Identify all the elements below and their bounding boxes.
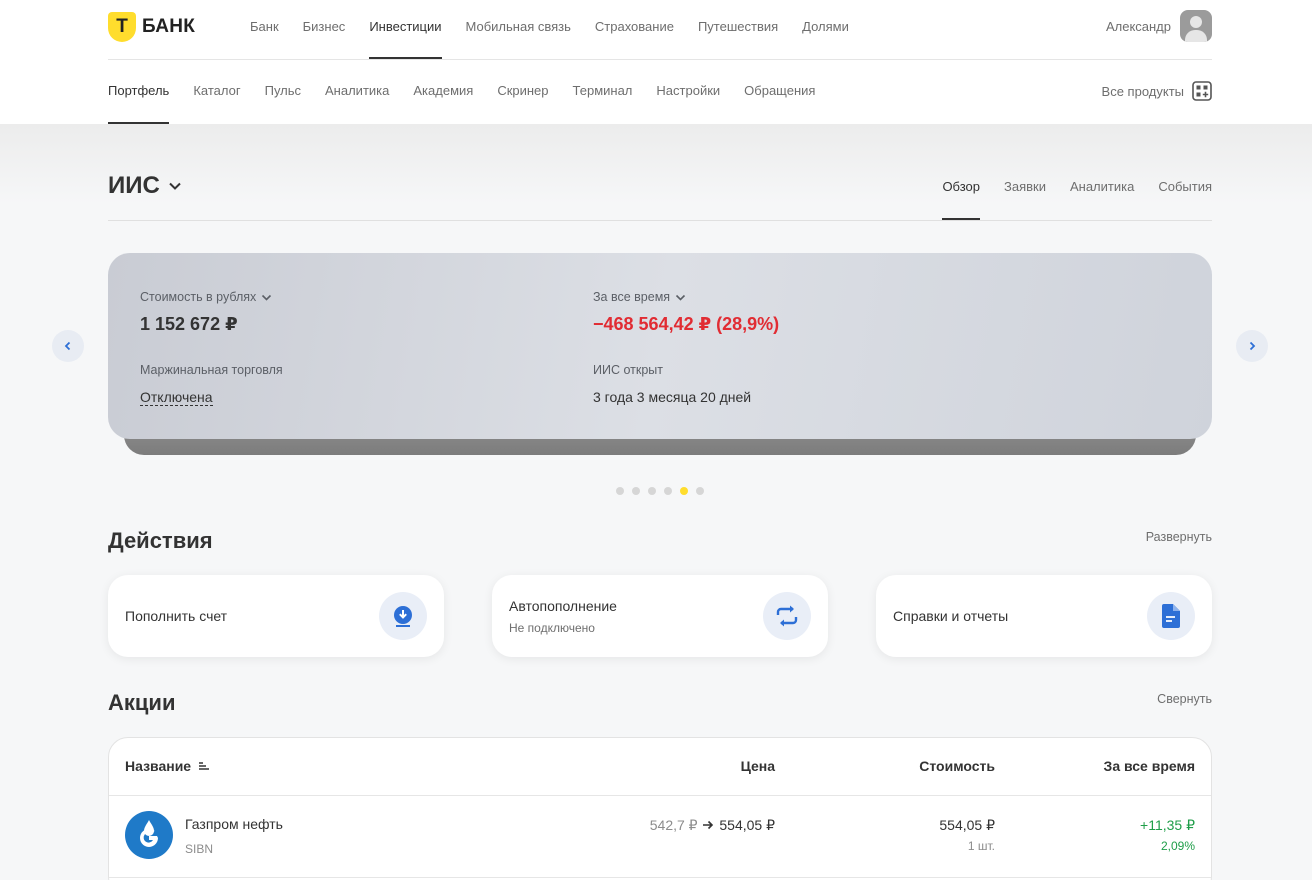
portfolio-value: 1 152 672 ₽ [140, 314, 238, 334]
chevron-left-icon [64, 341, 71, 351]
grid-plus-icon [1192, 81, 1212, 101]
carousel-dot[interactable] [632, 487, 640, 495]
reports-action-card[interactable]: Справки и отчеты [876, 575, 1212, 657]
column-header-alltime[interactable]: За все время [1104, 758, 1195, 774]
topup-action-card[interactable]: Пополнить счет [108, 575, 444, 657]
column-name-label: Название [125, 758, 192, 774]
download-icon [379, 592, 427, 640]
period-selector[interactable]: За все время [593, 290, 686, 304]
account-selector[interactable]: ИИС [108, 172, 182, 200]
user-name: Александр [1105, 18, 1171, 34]
main-nav-item[interactable]: Путешествия [698, 0, 778, 59]
summary-card: Стоимость в рублях 1 152 672 ₽ За все вр… [108, 253, 1212, 439]
logo-word: БАНК [142, 16, 196, 37]
sub-nav-item[interactable]: Пульс [265, 60, 301, 124]
carousel-dot-active[interactable] [680, 487, 688, 495]
action-title: Справки и отчеты [893, 608, 1009, 624]
main-nav: Банк Бизнес Инвестиции Мобильная связь С… [250, 0, 873, 59]
margin-label: Маржинальная торговля [140, 363, 283, 377]
sub-nav-item[interactable]: Академия [413, 60, 473, 124]
chevron-down-icon [675, 294, 686, 301]
carousel-dot[interactable] [696, 487, 704, 495]
all-products-button[interactable]: Все продукты [1102, 81, 1212, 101]
tabs-divider [108, 220, 1212, 221]
user-menu[interactable]: Александр [1106, 10, 1212, 42]
value-label: Стоимость в рублях [140, 290, 257, 304]
column-header-price[interactable]: Цена [741, 758, 775, 774]
alltime-label: За все время [593, 290, 671, 304]
actions-expand-link[interactable]: Развернуть [1146, 530, 1212, 544]
alltime-change: −468 564,42 ₽ (28,9%) [593, 314, 780, 334]
all-products-label: Все продукты [1101, 83, 1184, 99]
chevron-down-icon [169, 182, 181, 190]
price-cell: 542,7 ₽ 554,05 ₽ [650, 817, 775, 834]
document-icon [1147, 592, 1195, 640]
column-header-value[interactable]: Стоимость [919, 758, 995, 774]
autotopup-action-card[interactable]: Автопополнение Не подключено [492, 575, 828, 657]
value-currency-selector[interactable]: Стоимость в рублях [140, 290, 272, 304]
bank-logo[interactable]: Т БАНК [108, 12, 195, 42]
stock-change: +11,35 ₽ [1140, 817, 1195, 833]
sort-icon [199, 762, 210, 770]
chevron-right-icon [1249, 341, 1256, 351]
main-nav-item[interactable]: Страхование [595, 0, 674, 59]
stock-quantity: 1 шт. [967, 839, 995, 853]
sub-nav-item[interactable]: Обращения [744, 60, 815, 124]
carousel-dot[interactable] [664, 487, 672, 495]
stock-value: 554,05 ₽ [939, 817, 995, 833]
tab-overview[interactable]: Обзор [942, 166, 980, 220]
stock-ticker: SIBN [185, 842, 214, 856]
opened-label: ИИС открыт [593, 363, 664, 377]
stocks-collapse-link[interactable]: Свернуть [1157, 692, 1212, 706]
gazprom-neft-logo-icon [125, 811, 173, 859]
main-nav-item[interactable]: Бизнес [303, 0, 346, 59]
sub-nav-item-active[interactable]: Портфель [108, 60, 170, 124]
carousel-dots [616, 487, 712, 495]
tab-analytics[interactable]: Аналитика [1070, 166, 1134, 220]
sub-nav-item[interactable]: Терминал [573, 60, 633, 124]
stock-name: Газпром нефть [185, 816, 283, 832]
account-tabs: Обзор Заявки Аналитика События [918, 166, 1212, 220]
sub-nav-item[interactable]: Каталог [193, 60, 240, 124]
sub-nav: Портфель Каталог Пульс Аналитика Академи… [108, 60, 839, 124]
chevron-down-icon [262, 294, 272, 301]
main-nav-item[interactable]: Долями [802, 0, 849, 59]
table-row-divider [109, 877, 1211, 878]
stocks-title: Акции [108, 690, 176, 715]
carousel-dot[interactable] [648, 487, 656, 495]
table-row[interactable]: Газпром нефть SIBN 542,7 ₽ 554,05 ₽ 554,… [109, 796, 1211, 878]
action-subtitle: Не подключено [509, 621, 595, 635]
avatar-icon[interactable] [1180, 10, 1212, 42]
action-title: Автопополнение [509, 598, 617, 614]
arrow-right-icon [703, 820, 714, 830]
account-title: ИИС [108, 172, 160, 199]
margin-status-link[interactable]: Отключена [140, 389, 213, 406]
sub-nav-item[interactable]: Скринер [497, 60, 548, 124]
main-nav-item[interactable]: Банк [250, 0, 279, 59]
carousel-prev-button[interactable] [52, 330, 84, 362]
carousel-next-button[interactable] [1236, 330, 1268, 362]
column-header-name[interactable]: Название [125, 758, 211, 774]
logo-shield-icon: Т [108, 12, 136, 42]
price-from: 542,7 ₽ [649, 817, 698, 833]
tab-orders[interactable]: Заявки [1004, 166, 1046, 220]
main-nav-item-active[interactable]: Инвестиции [369, 0, 442, 59]
sub-nav-item[interactable]: Настройки [656, 60, 720, 124]
price-to: 554,05 ₽ [719, 817, 775, 833]
carousel-dot[interactable] [616, 487, 624, 495]
stock-change-percent: 2,09% [1160, 839, 1195, 853]
stocks-table: Название Цена Стоимость За все время Газ… [108, 737, 1212, 880]
main-nav-item[interactable]: Мобильная связь [466, 0, 571, 59]
tab-events[interactable]: События [1158, 166, 1212, 220]
sub-nav-item[interactable]: Аналитика [325, 60, 389, 124]
opened-duration: 3 года 3 месяца 20 дней [593, 389, 752, 405]
repeat-icon [763, 592, 811, 640]
actions-title: Действия [108, 528, 213, 553]
action-title: Пополнить счет [125, 608, 228, 624]
